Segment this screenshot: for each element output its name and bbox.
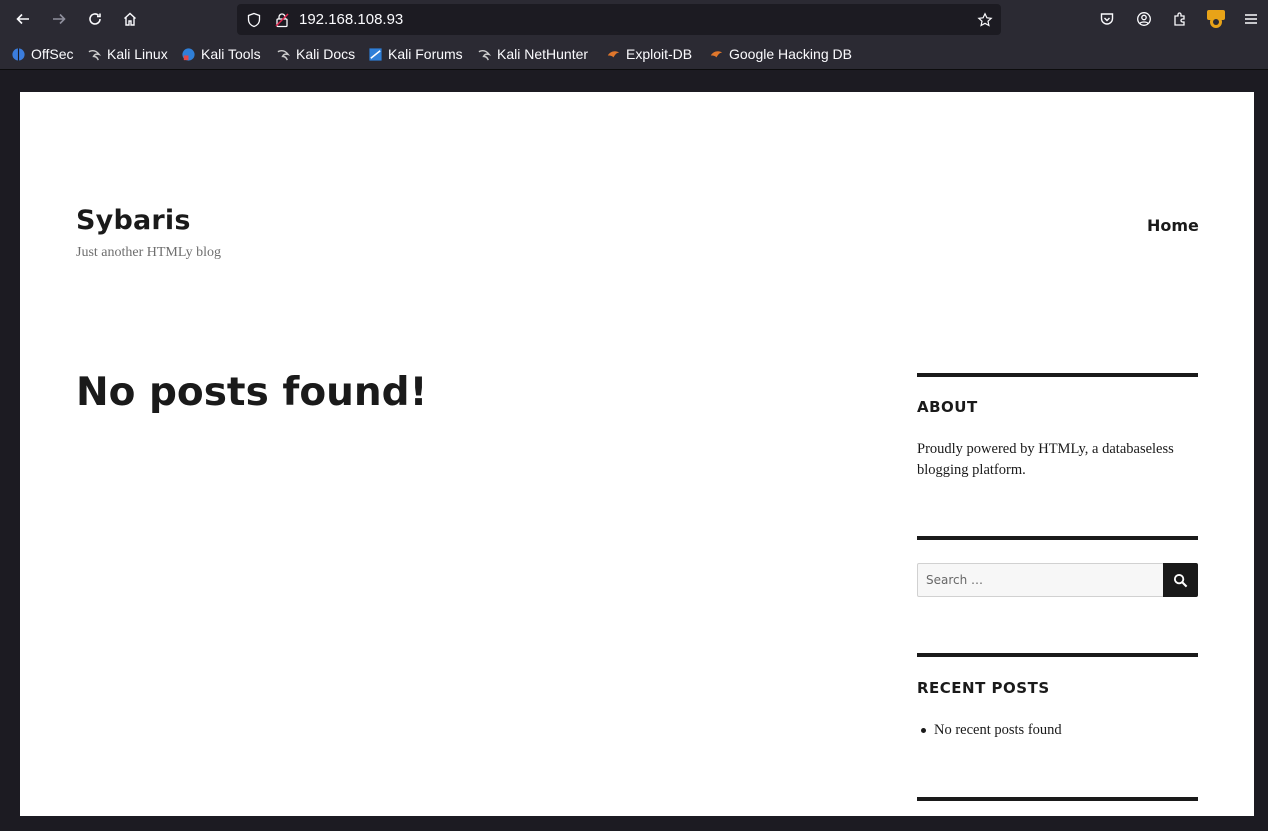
bookmark-kali-docs[interactable]: Kali Docs — [276, 44, 355, 64]
kali-tools-icon — [182, 47, 195, 61]
reload-icon — [89, 13, 101, 25]
extensions-button[interactable] — [1166, 5, 1194, 33]
bookmark-label: Kali Tools — [201, 46, 261, 62]
recent-post-text: No recent posts found — [934, 722, 1062, 738]
tracking-shield-icon[interactable] — [245, 11, 262, 28]
bookmark-kali-forums[interactable]: Kali Forums — [368, 44, 463, 64]
web-page: Sybaris Just another HTMLy blog Home No … — [20, 92, 1254, 816]
bookmark-google-hacking-db[interactable]: Google Hacking DB — [709, 44, 852, 64]
widget-divider — [917, 536, 1198, 540]
bookmarks-bar: OffSec Kali Linux Kali Tools Kali Docs K… — [0, 38, 1268, 70]
about-widget-text: Proudly powered by HTMLy, a databaseless… — [917, 441, 1174, 478]
bookmark-star-icon[interactable] — [976, 11, 993, 28]
bookmark-label: Kali Linux — [107, 46, 168, 62]
bookmark-label: Kali Forums — [388, 46, 463, 62]
account-button[interactable] — [1130, 5, 1158, 33]
burp-icon — [1207, 10, 1225, 28]
pocket-icon — [1100, 13, 1114, 25]
bookmark-label: OffSec — [31, 46, 74, 62]
bookmark-offsec[interactable]: OffSec — [11, 44, 74, 64]
nav-home-link[interactable]: Home — [1147, 216, 1199, 235]
forward-arrow-icon — [53, 13, 66, 25]
home-icon — [124, 12, 136, 26]
ghdb-icon — [710, 50, 723, 57]
menu-button[interactable] — [1237, 5, 1265, 33]
kali-forums-icon — [369, 47, 382, 61]
widget-divider — [917, 797, 1198, 801]
site-description: Just another HTMLy blog — [76, 245, 222, 260]
exploit-db-icon — [607, 50, 620, 57]
kali-dragon-icon — [88, 49, 102, 60]
bullet-icon — [921, 728, 926, 733]
back-arrow-icon — [16, 13, 29, 25]
account-icon — [1137, 12, 1151, 26]
page-title: No posts found! — [76, 370, 428, 415]
bookmark-kali-linux[interactable]: Kali Linux — [87, 44, 168, 64]
reload-button[interactable] — [81, 5, 109, 33]
bookmark-label: Kali Docs — [296, 46, 356, 62]
list-item: No recent posts found — [921, 722, 1062, 739]
bookmark-kali-nethunter[interactable]: Kali NetHunter — [477, 44, 588, 64]
bookmark-label: Kali NetHunter — [497, 46, 589, 62]
forward-button[interactable] — [45, 5, 73, 33]
about-widget-title: ABOUT — [917, 398, 978, 416]
url-text[interactable]: 192.168.108.93 — [299, 11, 403, 28]
hamburger-menu-icon — [1245, 14, 1257, 24]
widget-divider — [917, 653, 1198, 657]
bookmark-kali-tools[interactable]: Kali Tools — [181, 44, 261, 64]
kali-dragon-icon — [478, 49, 492, 60]
kali-dragon-icon — [277, 49, 291, 60]
offsec-icon — [12, 47, 25, 61]
burp-extension-button[interactable] — [1202, 5, 1230, 33]
browser-toolbar: 192.168.108.93 — [0, 0, 1268, 38]
bookmark-exploit-db[interactable]: Exploit-DB — [606, 44, 692, 64]
bookmark-label: Exploit-DB — [626, 46, 693, 62]
home-button[interactable] — [116, 5, 144, 33]
pocket-button[interactable] — [1093, 5, 1121, 33]
insecure-lock-icon[interactable] — [273, 11, 290, 28]
recent-posts-widget-title: RECENT POSTS — [917, 679, 1050, 697]
site-title[interactable]: Sybaris — [76, 205, 191, 236]
widget-divider — [917, 373, 1198, 377]
bookmark-label: Google Hacking DB — [729, 46, 852, 62]
address-bar[interactable]: 192.168.108.93 — [237, 4, 1001, 35]
search-icon — [1173, 573, 1188, 587]
search-input[interactable] — [917, 563, 1164, 597]
puzzle-icon — [1174, 12, 1185, 26]
back-button[interactable] — [9, 5, 37, 33]
search-button[interactable] — [1163, 563, 1198, 597]
